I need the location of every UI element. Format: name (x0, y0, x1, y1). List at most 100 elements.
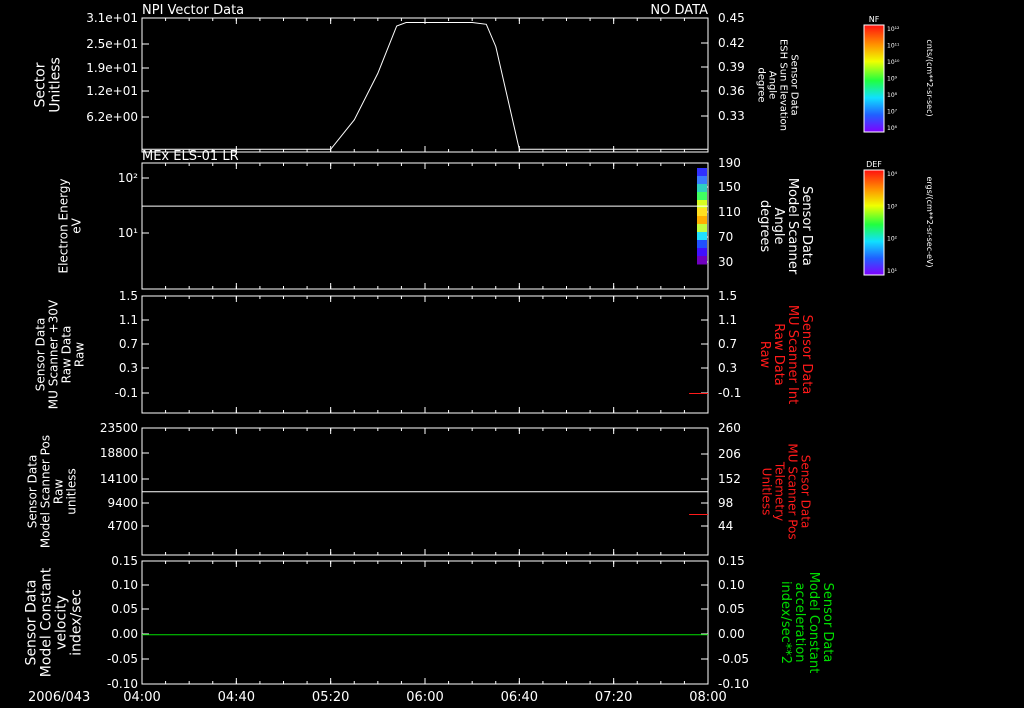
colorbar-tick-label: 10⁷ (887, 109, 898, 116)
y-tick-label-right: 0.39 (718, 60, 745, 74)
y-axis-label-line: Sensor Data (820, 583, 835, 663)
y-axis-label-line: Raw (73, 342, 87, 367)
y-tick-label-right: 0.7 (718, 337, 737, 351)
y-axis-label-line: index/sec (69, 589, 85, 656)
y-tick-label-left: 18800 (100, 446, 138, 460)
x-tick-label: 04:40 (218, 690, 255, 705)
y-tick-label-right: 30 (718, 255, 733, 269)
y-tick-label-right: 0.05 (718, 602, 745, 616)
y-axis-label-line: Raw (52, 479, 66, 504)
date-label: 2006/043 (28, 690, 90, 705)
y-axis-label-line: Raw Data (60, 326, 74, 384)
y-tick-label-left: 4700 (107, 519, 138, 533)
y-tick-label-left: -0.10 (107, 677, 138, 691)
y-tick-label-right: 190 (718, 156, 741, 170)
y-tick-label-right: 260 (718, 421, 741, 435)
spectrogram-cell (697, 200, 707, 209)
y-axis-label-line: velocity (54, 595, 70, 650)
colorbar-scale (863, 169, 885, 276)
y-tick-label-right: 152 (718, 472, 741, 486)
y-tick-label-right: 0.3 (718, 361, 737, 375)
colorbar-tick-label: 10⁶ (887, 125, 898, 132)
colorbar-unit: cnts/(cm**2-sr-sec) (925, 39, 934, 116)
colorbar-tick-label: 10² (887, 236, 898, 243)
y-tick-label-right: 1.5 (718, 289, 737, 303)
x-tick-label: 05:20 (312, 690, 349, 705)
y-tick-label-right: 206 (718, 447, 741, 461)
colorbar-label: DEF (866, 160, 882, 169)
colorbar-unit-text: cnts/(cm**2-sr-sec) (925, 39, 934, 116)
y-axis-label-line: Model Scanner Pos (39, 435, 53, 548)
y-axis-label-line: Sensor Data (26, 455, 40, 529)
y-tick-label-left: 0.15 (111, 554, 138, 568)
y-axis-label-line: Unitless (760, 468, 774, 516)
y-axis-label-line: acceleration (792, 582, 807, 662)
y-axis-label-line: Sensor Data (799, 455, 813, 529)
y-tick-label-right: 0.33 (718, 109, 745, 123)
y-tick-label-right: 70 (718, 230, 733, 244)
y-axis-label-line: unitless (65, 468, 79, 514)
y-axis-label-line: eV (70, 217, 84, 233)
y-tick-label-left: 10² (118, 171, 138, 185)
y-axis-label-line: Sensor Data (789, 54, 800, 115)
y-axis-label-line: Raw Data (771, 323, 786, 386)
y-tick-label-left: 0.00 (111, 627, 138, 641)
y-axis-label-line: Raw (757, 341, 772, 369)
y-axis-label-line: ESH Sun Elevation (778, 39, 789, 131)
colorbar-tick-label: 10¹ (887, 268, 898, 275)
y-tick-label-left: 23500 (100, 421, 138, 435)
y-axis-label-line: MU Scanner +30V (47, 299, 61, 409)
colorbar-label: NF (869, 15, 880, 24)
y-tick-label-right: 98 (718, 496, 733, 510)
colorbar-tick-label: 10¹⁰ (887, 59, 900, 66)
y-axis-label-line: Telemetry (773, 461, 787, 521)
y-axis-label-line: Sensor Data (24, 580, 40, 666)
y-axis-label-line: degrees (757, 200, 772, 253)
y-tick-label-left: -0.05 (107, 652, 138, 666)
spectrogram-cell (697, 256, 707, 265)
y-tick-label-left: -0.1 (115, 386, 138, 400)
header-right-title: NO DATA (650, 3, 708, 18)
y-tick-label-left: 3.1e+01 (86, 11, 138, 25)
y-tick-label-right: 0.45 (718, 11, 745, 25)
colorbar-scale (863, 24, 885, 133)
spectrogram-cell (697, 248, 707, 257)
y-tick-label-left: 1.9e+01 (86, 61, 138, 75)
y-tick-label-right: 0.15 (718, 554, 745, 568)
y-tick-label-right: -0.10 (718, 677, 749, 691)
y-axis-label-line: degree (756, 67, 767, 102)
x-tick-label: 07:20 (595, 690, 632, 705)
y-tick-label-left: 14100 (100, 472, 138, 486)
y-axis-label-line: Angle (767, 71, 778, 99)
y-tick-label-right: 44 (718, 519, 733, 533)
y-tick-label-left: 0.10 (111, 578, 138, 592)
y-tick-label-right: 110 (718, 205, 741, 219)
y-axis-label-line: MU Scanner Int (785, 305, 800, 404)
y-axis-label-line: Sensor Data (799, 186, 814, 266)
y-tick-label-right: 0.00 (718, 627, 745, 641)
y-tick-label-left: 0.05 (111, 602, 138, 616)
colorbar-tick-label: 10⁹ (887, 76, 898, 83)
spectrogram-cell (697, 208, 707, 217)
y-tick-label-right: 0.36 (718, 84, 745, 98)
y-axis-label-line: Sensor Data (34, 318, 48, 392)
x-tick-label: 06:40 (501, 690, 538, 705)
y-tick-label-left: 9400 (107, 496, 138, 510)
x-tick-label: 06:00 (406, 690, 443, 705)
y-axis-label-line: Sector (33, 62, 49, 107)
colorbar-tick-label: 10⁴ (887, 171, 898, 178)
header-left-title: NPI Vector Data (142, 3, 244, 18)
spectrogram-cell (697, 216, 707, 225)
panel-title: MEx ELS-01 LR (142, 149, 239, 164)
y-tick-label-right: 1.1 (718, 313, 737, 327)
y-tick-label-left: 6.2e+00 (86, 110, 138, 124)
y-axis-label-line: Model Constant (806, 572, 821, 674)
y-axis-label-line: Model Scanner (785, 178, 800, 275)
y-axis-label-line: Model Constant (39, 567, 55, 677)
y-tick-label-right: 150 (718, 180, 741, 194)
spectrogram-cell (697, 184, 707, 193)
spectrogram-cell (697, 224, 707, 233)
y-tick-label-right: -0.1 (718, 386, 741, 400)
spectrogram-cell (697, 176, 707, 185)
y-tick-label-left: 1.2e+01 (86, 84, 138, 98)
